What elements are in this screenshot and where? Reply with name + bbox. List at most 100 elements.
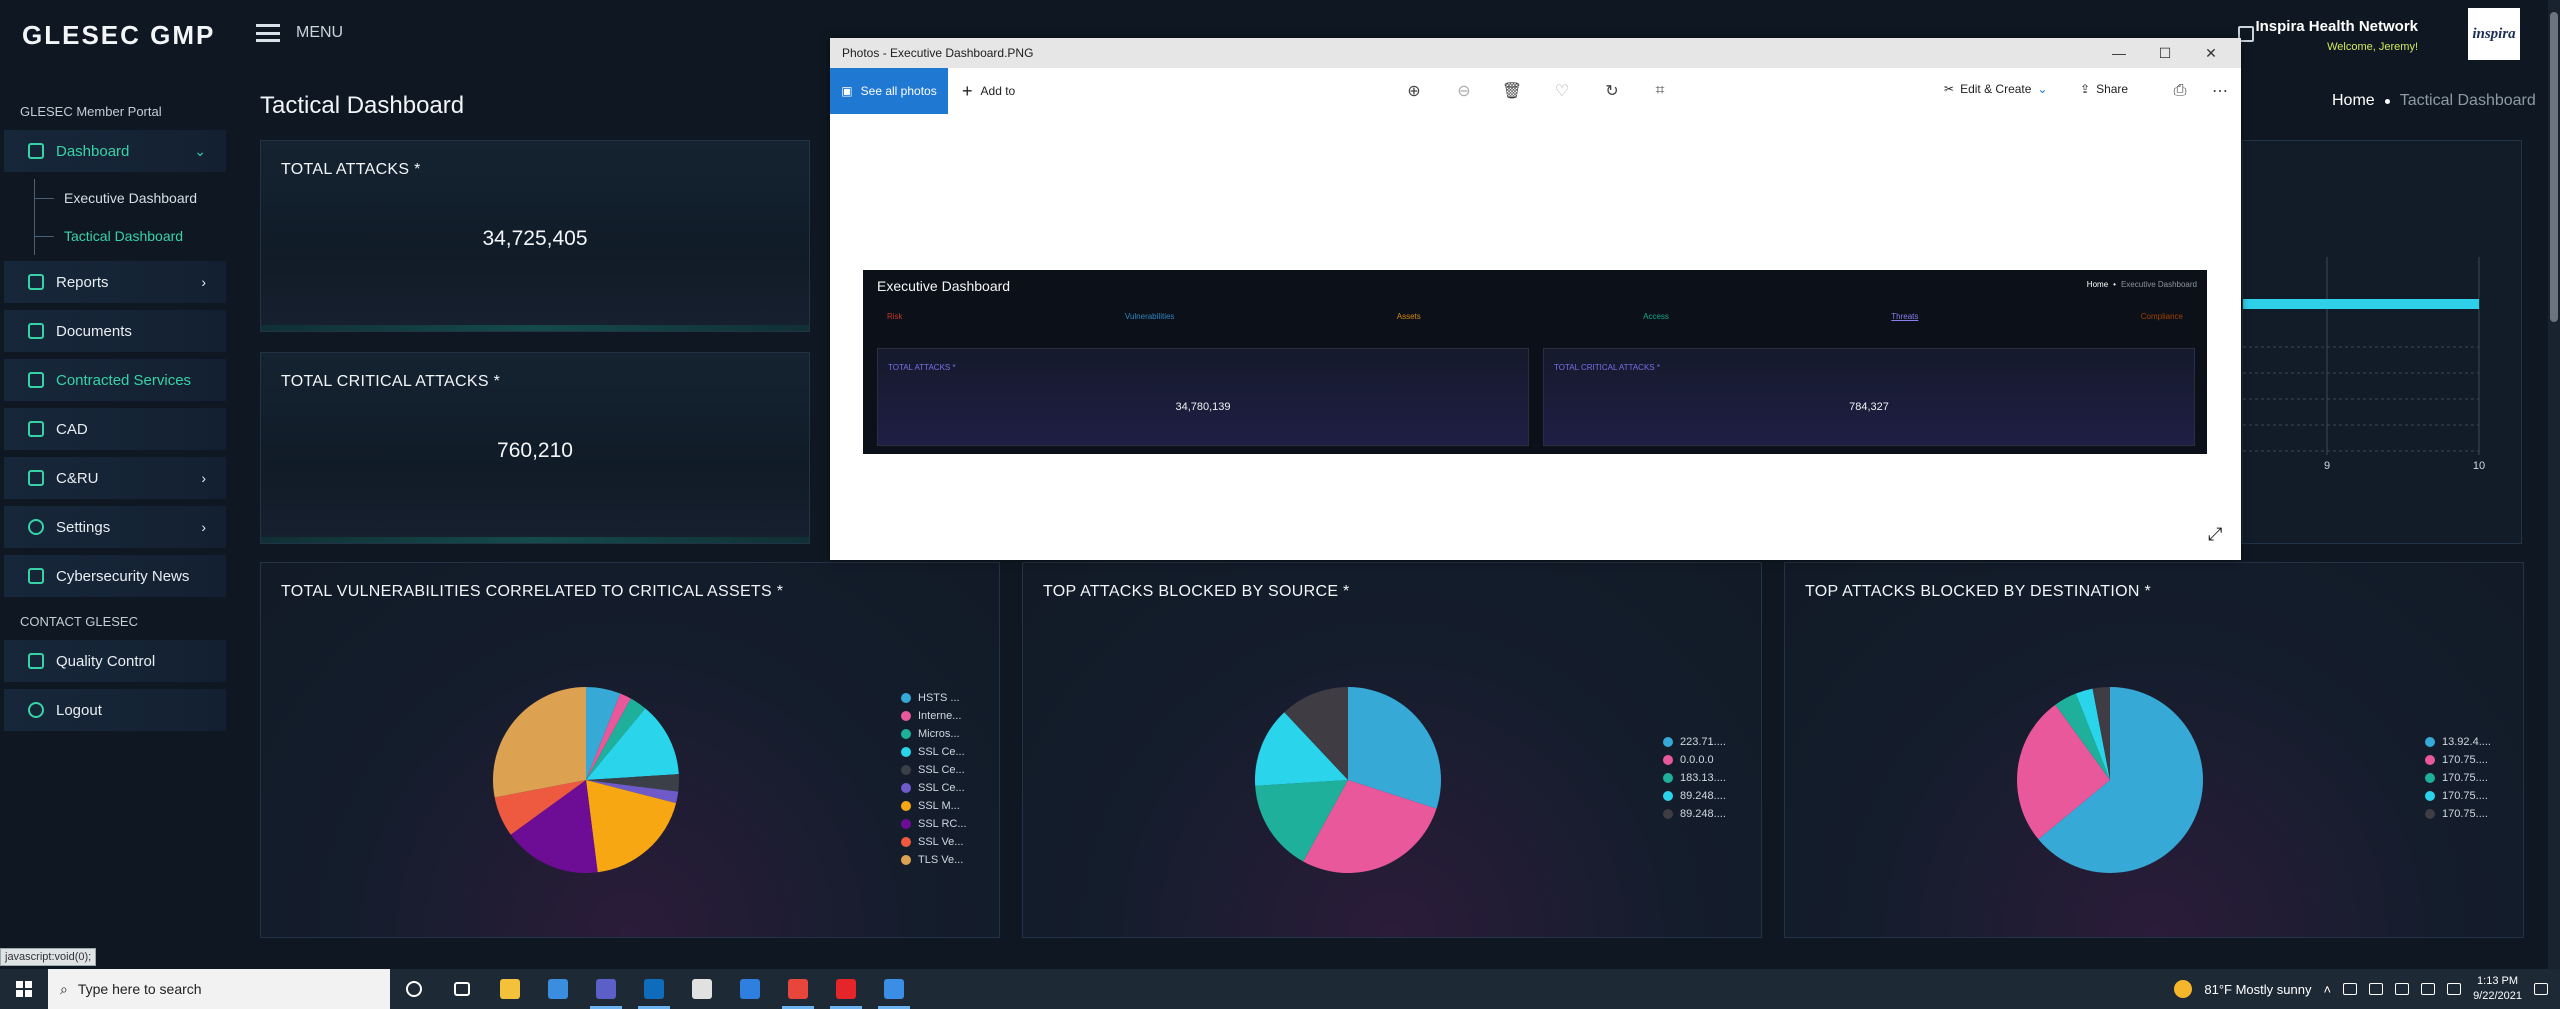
system-tray: 81°F Mostly sunny ˄ 1:13 PM 9/22/2021 [2174,969,2560,1009]
legend-item[interactable]: Micros... [901,725,967,743]
legend-item[interactable]: 170.75.... [2425,751,2491,769]
legend-item[interactable]: Interne... [901,707,967,725]
menu-button[interactable]: MENU [256,24,343,42]
sidebar-item-quality-control[interactable]: Quality Control [4,640,226,682]
sidebar-item-documents[interactable]: Documents [4,310,226,352]
onedrive-icon[interactable] [2395,983,2410,995]
legend-item[interactable]: 170.75.... [2425,805,2491,823]
legend-item[interactable]: 223.71.... [1663,733,1726,751]
sidebar-item-label: Reports [56,273,109,291]
legend-item[interactable]: 89.248.... [1663,787,1726,805]
taskbar-app-photos[interactable] [870,969,918,1009]
taskbar-app-acrobat[interactable] [822,969,870,1009]
heart-icon[interactable]: ♡ [1552,81,1572,101]
sidebar-item-label: C&RU [56,469,99,487]
more-icon[interactable]: ⋯ [2210,81,2230,101]
inner-total-attacks-card: TOTAL ATTACKS * 34,780,139 [877,348,1529,446]
share-label: Share [2096,82,2129,96]
security-icon[interactable] [2369,983,2384,995]
legend-item[interactable]: SSL Ce... [901,779,967,797]
taskbar-app-cortana[interactable] [390,969,438,1009]
sidebar-subitem-executive-dashboard[interactable]: Executive Dashboard [0,179,240,217]
weather-text[interactable]: 81°F Mostly sunny [2204,982,2311,997]
see-all-photos-button[interactable]: ▣ See all photos [830,68,948,114]
card-glow [261,537,809,543]
legend-item[interactable]: 183.13.... [1663,769,1726,787]
delete-icon[interactable]: 🗑 [1502,81,1522,101]
edit-create-button[interactable]: ✂ Edit & Create ⌄ [1944,82,2048,96]
legend-label: 170.75.... [2442,754,2488,766]
legend-item[interactable]: TLS Ve... [901,851,967,869]
start-button[interactable] [0,969,48,1009]
taskbar-app-todo[interactable] [726,969,774,1009]
legend-dot [901,855,911,865]
page-title: Tactical Dashboard [260,92,465,119]
windows-icon [16,981,32,997]
add-to-label: Add to [980,84,1016,98]
taskbar-app-file-explorer[interactable] [486,969,534,1009]
notification-icon[interactable] [2534,983,2548,995]
taskbar-app-app-red[interactable] [678,969,726,1009]
sidebar-item-cru[interactable]: C&RU › [4,457,226,499]
sidebar-subitem-label: Tactical Dashboard [64,228,184,244]
legend-item[interactable]: 170.75.... [2425,769,2491,787]
scrollbar-thumb[interactable] [2550,12,2558,322]
pie-slice[interactable] [493,687,586,798]
legend-item[interactable]: SSL RC... [901,815,967,833]
inner-card-title: TOTAL CRITICAL ATTACKS * [1554,363,1660,372]
sidebar-item-cybersecurity-news[interactable]: Cybersecurity News [4,555,226,597]
zoom-in-icon[interactable]: ⊕ [1404,81,1424,101]
legend-item[interactable]: SSL M... [901,797,967,815]
minimize-icon[interactable]: — [2096,38,2142,68]
legend-item[interactable]: SSL Ve... [901,833,967,851]
org-logo[interactable]: inspira [2468,8,2520,60]
legend-item[interactable]: 89.248.... [1663,805,1726,823]
sidebar-item-dashboard[interactable]: Dashboard ⌄ [4,130,226,172]
maximize-icon[interactable]: ☐ [2142,38,2188,68]
window-title: Photos - Executive Dashboard.PNG [842,46,1034,60]
legend-item[interactable]: 170.75.... [2425,787,2491,805]
search-placeholder: Type here to search [77,981,202,997]
taskbar-app-store[interactable] [534,969,582,1009]
legend-item[interactable]: 0.0.0.0 [1663,751,1726,769]
inner-breadcrumb: Home • Executive Dashboard [2087,280,2197,289]
photos-icon: ▣ [841,84,853,98]
taskbar-search[interactable]: ⌕ Type here to search [48,969,390,1009]
sidebar-item-settings[interactable]: Settings › [4,506,226,548]
print-icon[interactable]: ⎙ [2170,81,2190,101]
add-to-button[interactable]: + Add to [962,81,1015,102]
close-icon[interactable]: ✕ [2188,38,2234,68]
inner-breadcrumb-home: Home [2086,280,2109,289]
network-icon[interactable] [2421,983,2436,995]
sidebar-item-cad[interactable]: CAD [4,408,226,450]
zoom-out-icon[interactable]: ⊖ [1454,81,1474,101]
taskbar-app-task-view[interactable] [438,969,486,1009]
tray-app-icon[interactable] [2343,983,2358,995]
legend-item[interactable]: 13.92.4.... [2425,733,2491,751]
taskbar-app-chrome[interactable] [774,969,822,1009]
share-button[interactable]: ⇪ Share [2080,82,2128,96]
sidebar-item-reports[interactable]: Reports › [4,261,226,303]
taskbar-app-teams[interactable] [582,969,630,1009]
chevron-up-icon[interactable]: ˄ [2323,982,2331,997]
crop-icon[interactable]: ⌗ [1650,81,1670,101]
volume-icon[interactable] [2447,983,2462,995]
sidebar-item-contracted-services[interactable]: Contracted Services [4,359,226,401]
clock[interactable]: 1:13 PM 9/22/2021 [2473,974,2522,1004]
sidebar-subitem-tactical-dashboard[interactable]: Tactical Dashboard [0,217,240,255]
expand-icon[interactable]: ⤢ [2208,524,2222,545]
bar [2243,299,2479,309]
legend-label: SSL RC... [918,818,967,830]
legend-item[interactable]: SSL Ce... [901,761,967,779]
legend-label: 0.0.0.0 [1680,754,1714,766]
rotate-icon[interactable]: ↻ [1602,81,1622,101]
photos-window: Photos - Executive Dashboard.PNG — ☐ ✕ ▣… [830,38,2241,560]
legend-item[interactable]: HSTS ... [901,689,967,707]
taskbar: ⌕ Type here to search 81°F Mostly sunny … [0,969,2560,1009]
legend-item[interactable]: SSL Ce... [901,743,967,761]
sidebar-item-logout[interactable]: Logout [4,689,226,731]
inner-card-title: TOTAL ATTACKS * [888,363,956,372]
taskbar-app-outlook[interactable] [630,969,678,1009]
legend-dot [2425,791,2435,801]
breadcrumb-home[interactable]: Home [2332,92,2375,110]
